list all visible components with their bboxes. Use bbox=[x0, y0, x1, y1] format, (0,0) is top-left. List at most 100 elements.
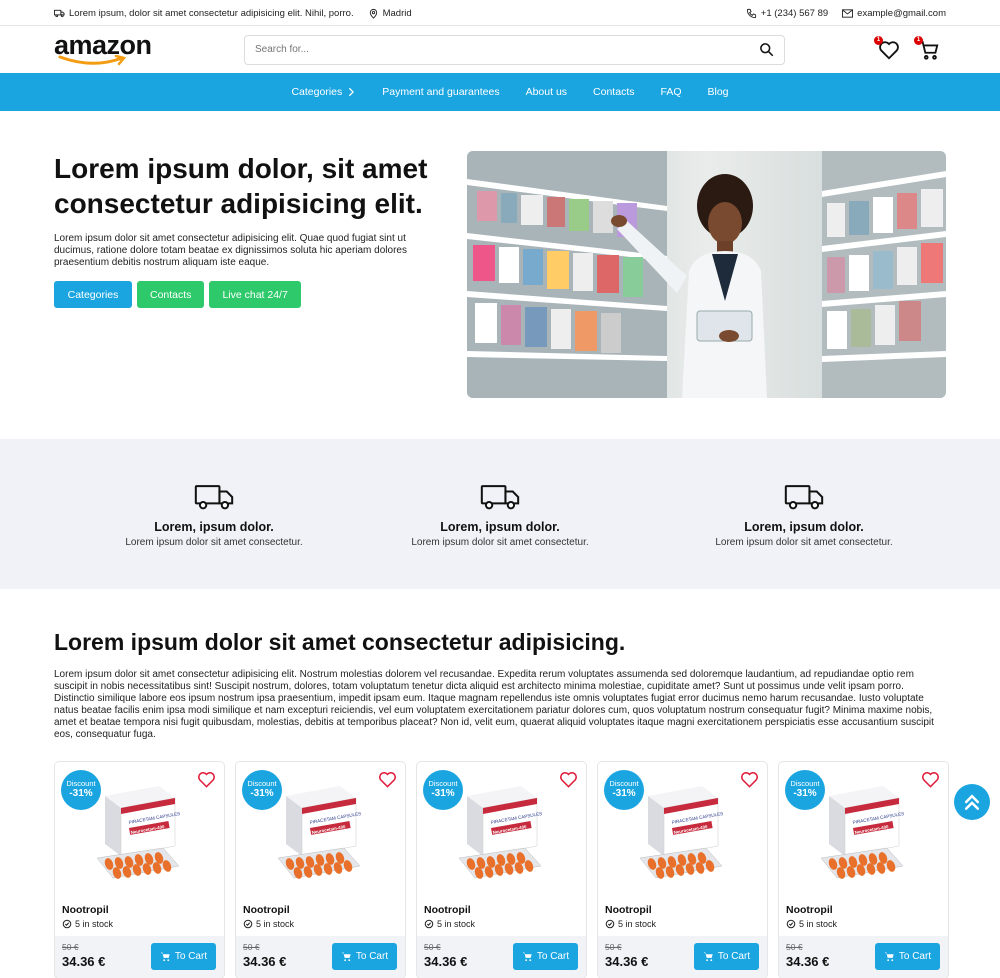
product-card[interactable]: Discount -31% PIRACETAM CAPSULES Neuroce… bbox=[416, 761, 587, 978]
hero-text: Lorem ipsum dolor sit amet consectetur a… bbox=[54, 233, 407, 268]
heart-icon[interactable] bbox=[197, 770, 216, 789]
nav-item-label: Payment and guarantees bbox=[382, 86, 500, 98]
price: 34.36 € bbox=[424, 954, 468, 969]
feature-item: Lorem, ipsum dolor. Lorem ipsum dolor si… bbox=[674, 482, 934, 548]
logo-smile-icon bbox=[58, 54, 127, 65]
to-cart-label: To Cart bbox=[536, 951, 570, 962]
price-box: 50 € 34.36 € To Cart bbox=[598, 936, 767, 978]
cart-icon bbox=[160, 952, 170, 962]
old-price: 50 € bbox=[243, 942, 260, 952]
features-section: Lorem, ipsum dolor. Lorem ipsum dolor si… bbox=[0, 439, 1000, 589]
email-text: example@gmail.com bbox=[857, 7, 946, 19]
price: 34.36 € bbox=[786, 954, 830, 969]
stock-status: 5 in stock bbox=[786, 919, 837, 929]
old-price: 50 € bbox=[424, 942, 441, 952]
contacts-button[interactable]: Contacts bbox=[137, 281, 205, 308]
cart-icon bbox=[884, 952, 894, 962]
nav-item-faq[interactable]: FAQ bbox=[660, 86, 681, 98]
product-name[interactable]: Nootropil bbox=[786, 904, 833, 916]
stock-text: 5 in stock bbox=[799, 919, 838, 929]
city-text: Madrid bbox=[382, 7, 412, 19]
feature-title: Lorem, ipsum dolor. bbox=[744, 520, 864, 534]
cart-icon bbox=[703, 952, 713, 962]
price-box: 50 € 34.36 € To Cart bbox=[55, 936, 224, 978]
price: 34.36 € bbox=[605, 954, 649, 969]
nav-item-label: About us bbox=[525, 86, 568, 98]
hero-section: Lorem ipsum dolor, sit amet consectetur … bbox=[0, 111, 1000, 439]
location[interactable]: Madrid bbox=[368, 8, 412, 19]
product-name[interactable]: Nootropil bbox=[62, 904, 109, 916]
product-image: PIRACETAM CAPSULES Neurocetam-400 bbox=[277, 786, 362, 879]
heart-icon[interactable] bbox=[378, 770, 397, 789]
product-name[interactable]: Nootropil bbox=[424, 904, 471, 916]
section-text: Lorem ipsum dolor sit amet consectetur a… bbox=[54, 669, 934, 740]
phone-icon bbox=[746, 8, 756, 18]
stock-text: 5 in stock bbox=[75, 919, 114, 929]
wishlist-badge: 1 bbox=[874, 35, 883, 45]
product-list: Discount -31% PIRACETAM CAPSULES Neuroce… bbox=[54, 761, 949, 978]
nav-item-categories[interactable]: Categories bbox=[291, 86, 356, 98]
mail-icon bbox=[842, 8, 854, 18]
heart-icon[interactable] bbox=[740, 770, 759, 789]
phone-link[interactable]: +1 (234) 567 89 bbox=[746, 8, 828, 19]
product-card[interactable]: Discount -31% PIRACETAM CAPSULES Neuroce… bbox=[235, 761, 406, 978]
to-cart-label: To Cart bbox=[898, 951, 932, 962]
scroll-top-button[interactable] bbox=[954, 784, 990, 820]
product-image: PIRACETAM CAPSULES Neurocetam-400 bbox=[639, 786, 724, 879]
heart-icon[interactable] bbox=[559, 770, 578, 789]
nav-item-about[interactable]: About us bbox=[526, 86, 567, 98]
product-card[interactable]: Discount -31% PIRACETAM CAPSULES Neuroce… bbox=[778, 761, 949, 978]
search-input[interactable] bbox=[255, 44, 735, 55]
cart-badge: 1 bbox=[914, 35, 923, 45]
phone-text: +1 (234) 567 89 bbox=[760, 7, 829, 19]
nav-item-contacts[interactable]: Contacts bbox=[593, 86, 634, 98]
old-price: 50 € bbox=[786, 942, 803, 952]
top-bar: Lorem ipsum, dolor sit amet consectetur … bbox=[0, 0, 1000, 26]
product-name[interactable]: Nootropil bbox=[605, 904, 652, 916]
tagline-text: Lorem ipsum, dolor sit amet consectetur … bbox=[69, 7, 354, 19]
to-cart-button[interactable]: To Cart bbox=[332, 943, 397, 970]
price-box: 50 € 34.36 € To Cart bbox=[779, 936, 948, 978]
product-card[interactable]: Discount -31% PIRACETAM CAPSULES Neuroce… bbox=[597, 761, 768, 978]
cart-icon bbox=[341, 952, 351, 962]
price: 34.36 € bbox=[62, 954, 106, 969]
cart-button[interactable]: 1 bbox=[914, 35, 940, 61]
old-price: 50 € bbox=[605, 942, 622, 952]
email-link[interactable]: example@gmail.com bbox=[842, 8, 946, 19]
product-image: PIRACETAM CAPSULES Neurocetam-400 bbox=[96, 786, 181, 879]
check-circle-icon bbox=[62, 919, 72, 929]
categories-button[interactable]: Categories bbox=[54, 281, 132, 308]
to-cart-button[interactable]: To Cart bbox=[513, 943, 578, 970]
stock-status: 5 in stock bbox=[424, 919, 475, 929]
header: amazon 1 1 bbox=[0, 26, 1000, 73]
heart-icon[interactable] bbox=[921, 770, 940, 789]
nav-item-payment[interactable]: Payment and guarantees bbox=[382, 86, 499, 98]
live-chat-button[interactable]: Live chat 24/7 bbox=[209, 281, 301, 308]
nav-item-label: Categories bbox=[291, 86, 343, 98]
product-name[interactable]: Nootropil bbox=[243, 904, 290, 916]
check-circle-icon bbox=[424, 919, 434, 929]
nav-item-label: FAQ bbox=[660, 86, 682, 98]
product-image: PIRACETAM CAPSULES Neurocetam-400 bbox=[820, 786, 905, 879]
nav-item-label: Contacts bbox=[593, 86, 635, 98]
search-icon[interactable] bbox=[759, 42, 774, 57]
double-chevron-up-icon bbox=[964, 794, 980, 810]
feature-item: Lorem, ipsum dolor. Lorem ipsum dolor si… bbox=[370, 482, 630, 548]
price: 34.36 € bbox=[243, 954, 287, 969]
to-cart-button[interactable]: To Cart bbox=[694, 943, 759, 970]
check-circle-icon bbox=[605, 919, 615, 929]
main-nav: Categories Payment and guarantees About … bbox=[0, 73, 1000, 111]
logo[interactable]: amazon bbox=[54, 31, 154, 68]
to-cart-button[interactable]: To Cart bbox=[875, 943, 940, 970]
wishlist-button[interactable]: 1 bbox=[874, 35, 900, 61]
hero-image-pharmacist bbox=[467, 151, 946, 398]
search-box bbox=[244, 34, 785, 65]
product-card[interactable]: Discount -31% PIRACETAM CAPSULES Neuroce… bbox=[54, 761, 225, 978]
nav-item-blog[interactable]: Blog bbox=[708, 86, 729, 98]
to-cart-button[interactable]: To Cart bbox=[151, 943, 216, 970]
old-price: 50 € bbox=[62, 942, 79, 952]
hero-title: Lorem ipsum dolor, sit amet consectetur … bbox=[54, 153, 428, 219]
about-section: Lorem ipsum dolor sit amet consectetur a… bbox=[54, 629, 946, 741]
check-circle-icon bbox=[243, 919, 253, 929]
stock-status: 5 in stock bbox=[62, 919, 113, 929]
